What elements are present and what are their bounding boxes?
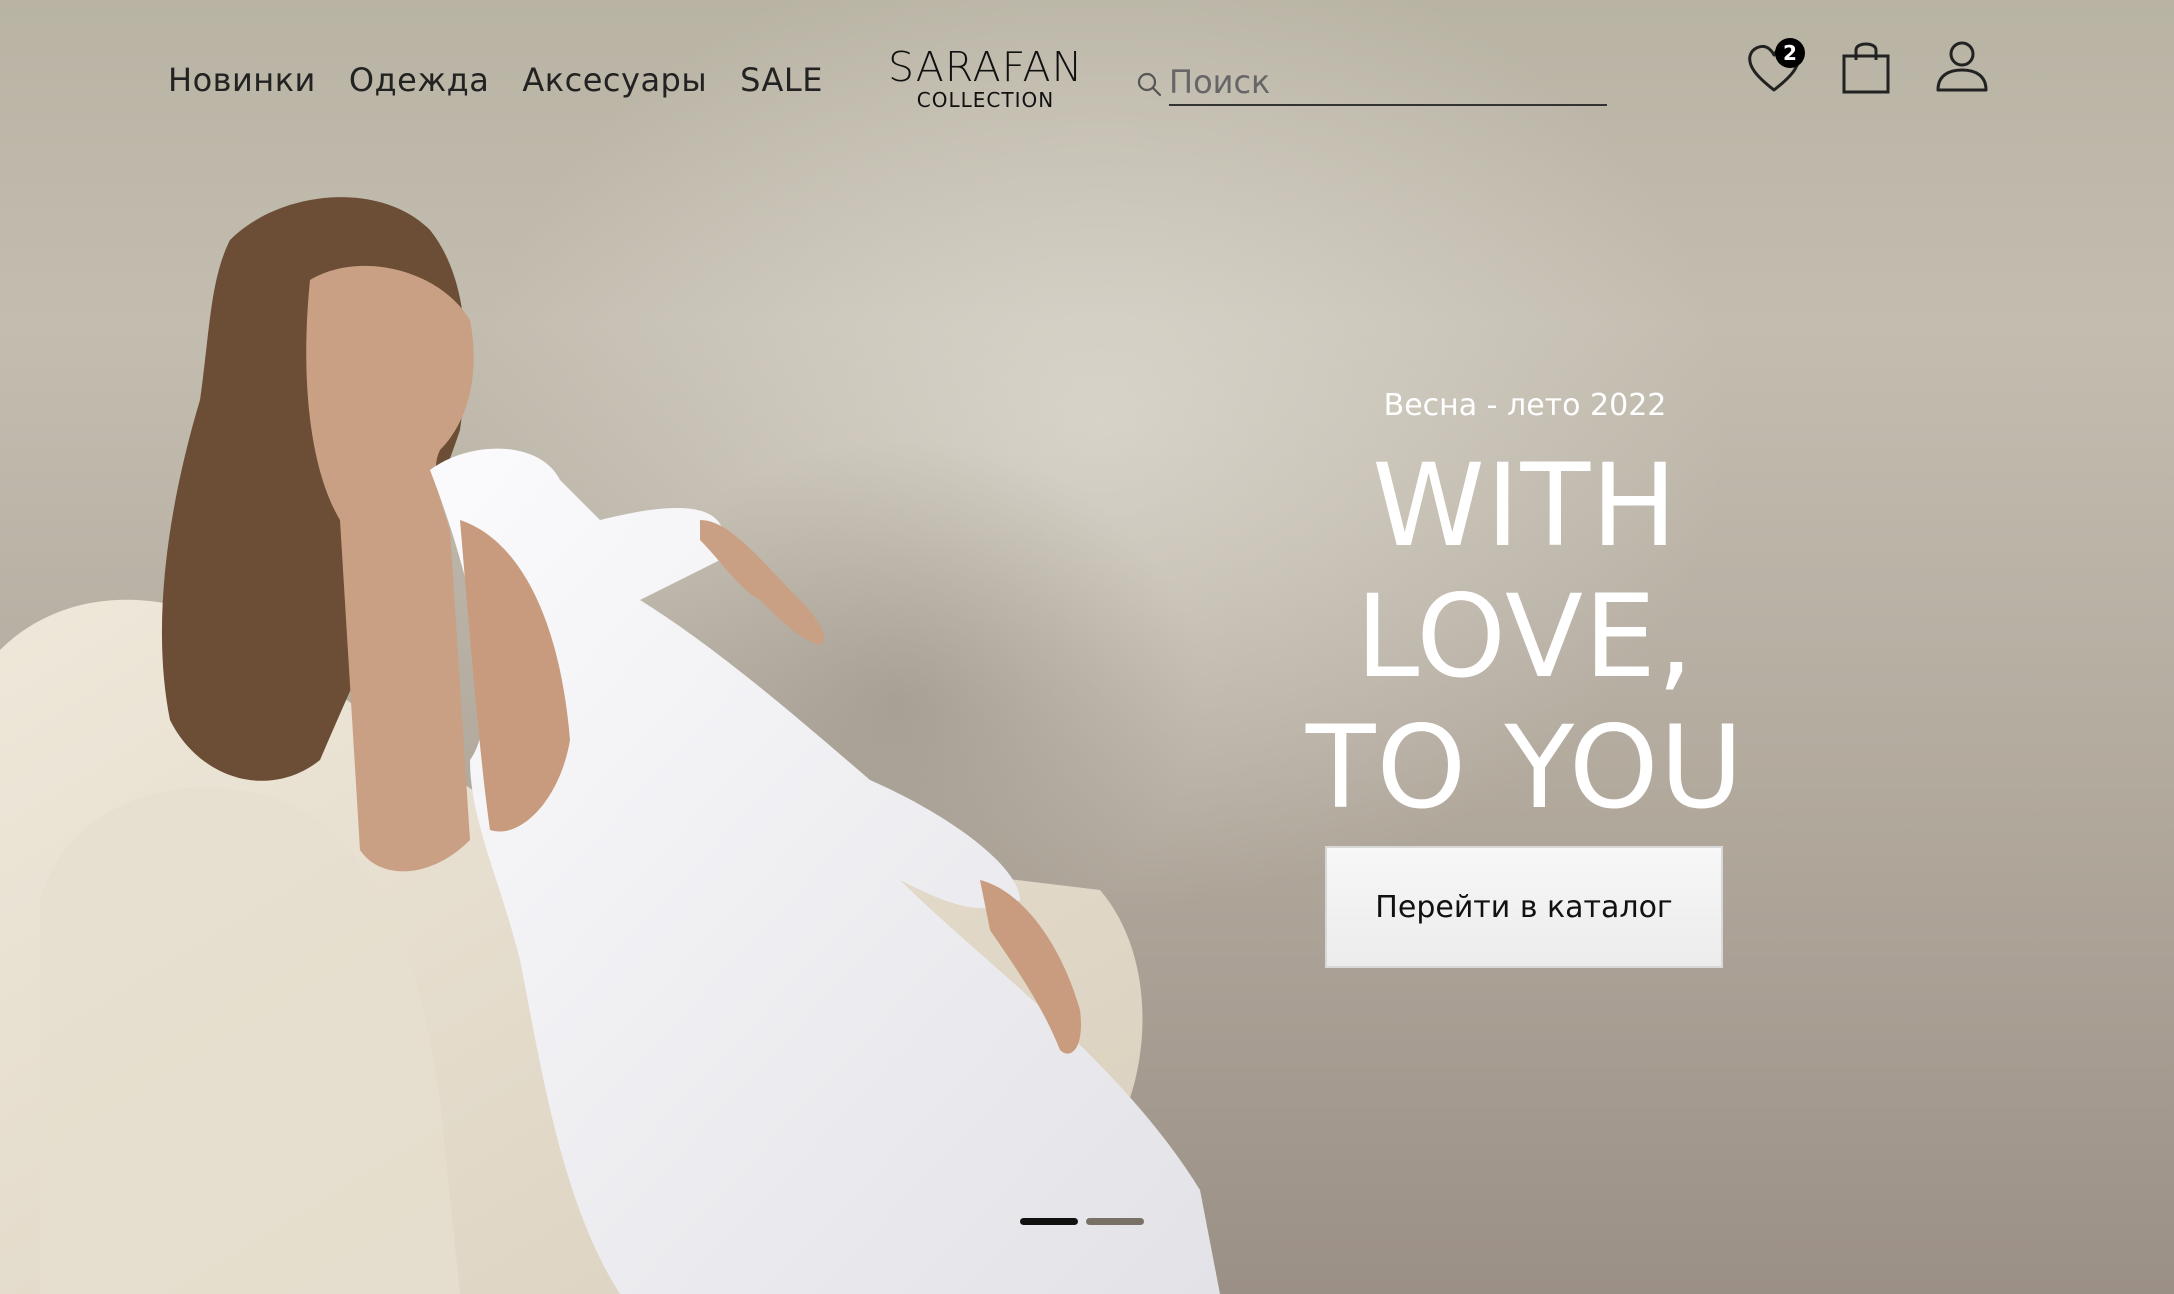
brand-logo[interactable]: SARAFAN COLLECTION	[888, 44, 1083, 110]
search-bar	[1135, 60, 1615, 106]
hero-headline: WITH LOVE, TO YOU	[1200, 440, 1850, 833]
slide-dot-2[interactable]	[1086, 1218, 1144, 1225]
nav-new[interactable]: Новинки	[168, 56, 316, 104]
season-label: Весна - лето 2022	[1383, 388, 1667, 423]
nav-sale[interactable]: SALE	[740, 56, 823, 104]
slide-dot-1[interactable]	[1020, 1218, 1078, 1225]
headline-line-1: WITH	[1372, 439, 1678, 572]
main-nav: Новинки Одежда Аксесуары SALE	[168, 56, 856, 104]
headline-line-3: TO YOU	[1305, 701, 1745, 834]
logo-tagline: COLLECTION	[916, 88, 1055, 112]
logo-wordmark: SARAFAN	[888, 43, 1084, 91]
wishlist-count-badge: 2	[1775, 38, 1805, 68]
nav-clothing[interactable]: Одежда	[349, 56, 490, 104]
search-input[interactable]	[1169, 60, 1607, 106]
nav-accessories[interactable]: Аксесуары	[522, 56, 707, 104]
search-icon[interactable]	[1135, 70, 1163, 98]
slider-dots	[1020, 1218, 1144, 1225]
headline-line-2: LOVE,	[1355, 570, 1695, 703]
user-icon[interactable]	[1930, 36, 1994, 100]
shopping-bag-icon[interactable]	[1834, 36, 1898, 100]
go-to-catalog-button[interactable]: Перейти в каталог	[1325, 846, 1723, 968]
